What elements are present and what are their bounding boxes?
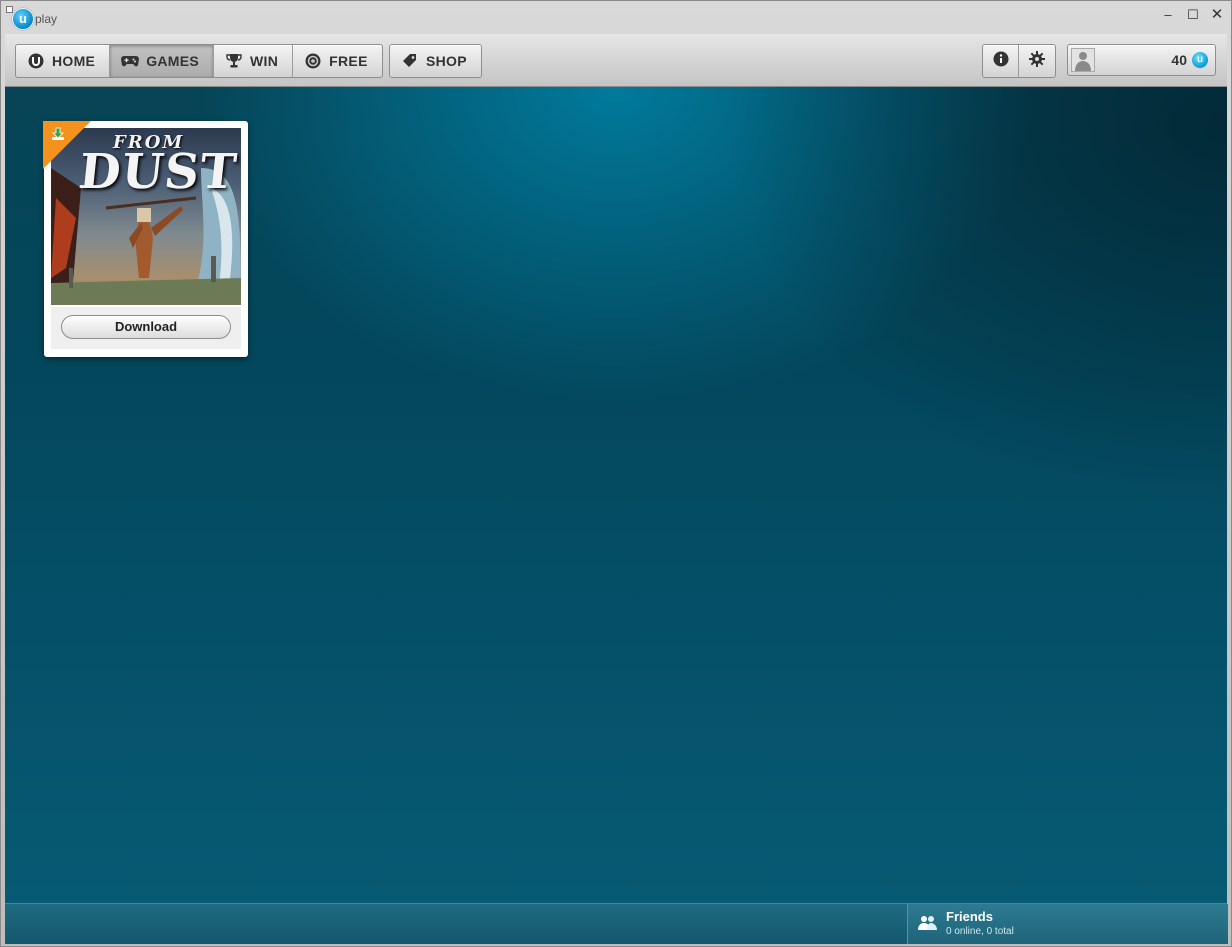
gamepad-icon — [120, 52, 140, 70]
trophy-icon — [224, 52, 244, 70]
friends-panel[interactable]: Friends 0 online, 0 total — [907, 904, 1228, 944]
download-button[interactable]: Download — [61, 315, 231, 339]
settings-button[interactable] — [1019, 45, 1055, 77]
uplay-icon — [26, 52, 46, 70]
friends-status: 0 online, 0 total — [946, 926, 1014, 937]
minimize-button[interactable]: – — [1157, 6, 1179, 24]
bottom-bar: Friends 0 online, 0 total — [5, 903, 1228, 944]
maximize-button[interactable]: ☐ — [1182, 6, 1204, 24]
nav-shop-label: SHOP — [426, 53, 467, 69]
nav-shop[interactable]: SHOP — [390, 45, 481, 77]
download-icon — [51, 127, 65, 141]
nav-home[interactable]: HOME — [16, 45, 111, 77]
nav-win-label: WIN — [250, 53, 279, 69]
tools-group — [982, 44, 1056, 78]
profile-widget[interactable]: 40 u — [1067, 44, 1216, 76]
game-card-footer: Download — [51, 307, 241, 349]
close-button[interactable]: ✕ — [1206, 6, 1228, 24]
uplay-window: u play – ☐ ✕ HOME GAMES WIN FREE SHOP 40… — [0, 0, 1232, 947]
nav-home-label: HOME — [52, 53, 96, 69]
friends-title: Friends — [946, 909, 993, 924]
shop-group: SHOP — [389, 44, 482, 78]
main-toolbar: HOME GAMES WIN FREE SHOP 40 u — [5, 34, 1227, 87]
uplay-badge-icon: u — [12, 8, 34, 30]
logo-dot-icon — [6, 6, 13, 13]
main-nav: HOME GAMES WIN FREE — [15, 44, 383, 78]
units-badge-icon: u — [1192, 52, 1208, 68]
free-icon — [303, 52, 323, 70]
friends-icon — [918, 915, 938, 931]
nav-free[interactable]: FREE — [293, 45, 382, 77]
download-ribbon — [43, 121, 91, 169]
tag-icon — [400, 52, 420, 70]
nav-free-label: FREE — [329, 53, 368, 69]
games-library: FROM DUST Download — [5, 87, 1227, 903]
units-points: 40 — [1171, 52, 1187, 68]
nav-games-label: GAMES — [146, 53, 200, 69]
logo-text: play — [35, 12, 58, 26]
gear-icon — [1029, 50, 1045, 72]
avatar[interactable] — [1071, 48, 1095, 72]
cover-title-big: DUST — [76, 144, 240, 200]
info-button[interactable] — [983, 45, 1019, 77]
title-bar[interactable]: u play – ☐ ✕ — [1, 1, 1231, 34]
nav-games[interactable]: GAMES — [110, 45, 215, 77]
info-icon — [993, 51, 1009, 72]
nav-win[interactable]: WIN — [214, 45, 294, 77]
